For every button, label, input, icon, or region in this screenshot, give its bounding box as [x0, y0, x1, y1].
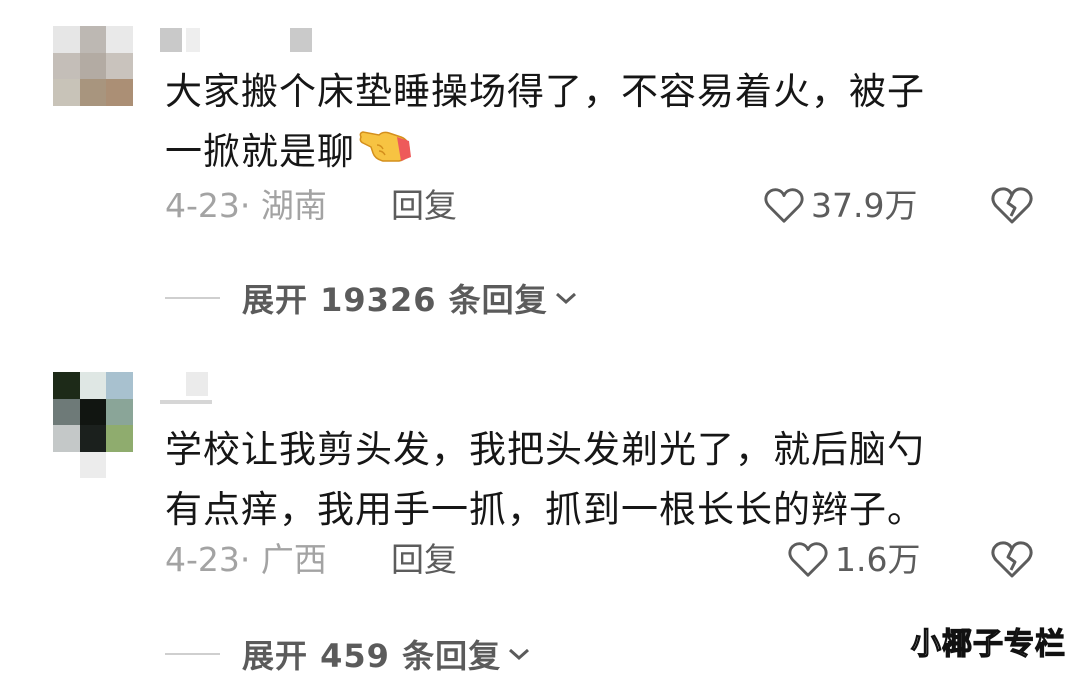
reply-button[interactable]: 回复	[391, 538, 457, 582]
meta-separator: ·	[239, 186, 251, 225]
avatar[interactable]	[53, 26, 133, 106]
comment-text: 学校让我剪头发，我把头发剃光了，就后脑勺 有点痒，我用手一抓，抓到一根长长的辫子…	[165, 420, 1025, 540]
comment-date-location: 4-23· 湖南	[165, 184, 327, 228]
like-count: 1.6万	[835, 540, 921, 579]
comment-text-line: 学校让我剪头发，我把头发剃光了，就后脑勺	[165, 428, 925, 471]
meta-separator: ·	[239, 540, 251, 579]
pointing-hand-icon	[357, 123, 413, 185]
divider-line	[165, 297, 220, 299]
comment-text-line: 大家搬个床垫睡操场得了，不容易着火，被子	[165, 70, 925, 113]
expand-replies-button[interactable]: 展开 19326 条回复	[165, 278, 578, 319]
comment-meta: 4-23· 湖南 回复 37.9万	[165, 184, 1045, 228]
avatar[interactable]	[53, 372, 133, 452]
comment-meta: 4-23· 广西 回复 1.6万	[165, 538, 1045, 582]
comment-text-line: 一掀就是聊	[165, 122, 1025, 185]
heart-icon	[764, 188, 804, 223]
like-count: 37.9万	[811, 186, 918, 225]
reply-button[interactable]: 回复	[391, 184, 457, 228]
comment-date: 4-23	[165, 186, 240, 225]
heart-icon	[788, 542, 828, 577]
chevron-down-icon	[555, 292, 576, 305]
comment-location: 湖南	[260, 186, 327, 225]
broken-heart-icon	[991, 187, 1033, 224]
like-button[interactable]: 1.6万	[787, 538, 920, 582]
like-button[interactable]: 37.9万	[763, 184, 917, 228]
comment-text-fragment: 一掀就是聊	[165, 130, 355, 173]
dislike-button[interactable]	[990, 540, 1034, 591]
comment-date-location: 4-23· 广西	[165, 538, 327, 582]
comment-text-line: 有点痒，我用手一抓，抓到一根长长的辫子。	[165, 488, 925, 531]
expand-replies-label: 展开 19326 条回复	[242, 281, 548, 319]
username[interactable]	[160, 28, 330, 54]
comment-text: 大家搬个床垫睡操场得了，不容易着火，被子 一掀就是聊	[165, 62, 1025, 185]
broken-heart-icon	[991, 541, 1033, 578]
avatar-fragment	[80, 452, 106, 478]
expand-replies-button[interactable]: 展开 459 条回复	[165, 634, 531, 675]
chevron-down-icon	[509, 648, 530, 661]
comment-date: 4-23	[165, 540, 240, 579]
expand-replies-label: 展开 459 条回复	[242, 637, 502, 675]
divider-line	[165, 653, 220, 655]
username[interactable]	[160, 372, 220, 404]
comment-location: 广西	[260, 540, 327, 579]
dislike-button[interactable]	[990, 186, 1034, 237]
watermark: 小椰子专栏	[910, 626, 1066, 662]
